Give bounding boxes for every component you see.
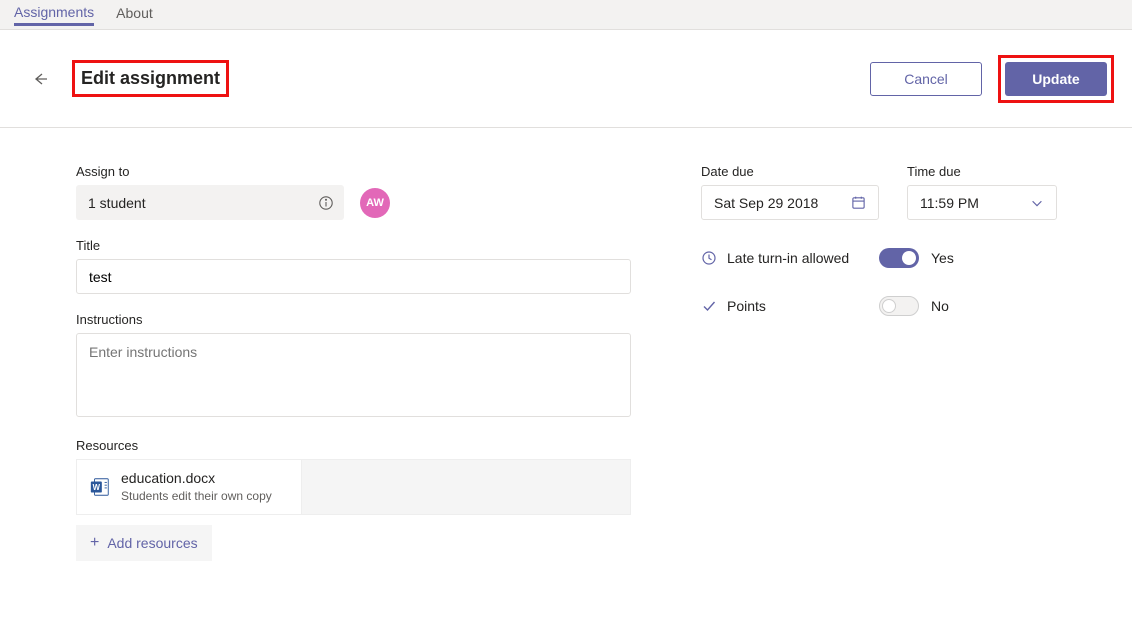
points-toggle[interactable] [879, 296, 919, 316]
late-turn-in-label: Late turn-in allowed [727, 250, 879, 266]
assign-to-value: 1 student [88, 195, 146, 211]
late-turn-in-toggle[interactable] [879, 248, 919, 268]
add-resources-label: Add resources [107, 535, 197, 551]
instructions-input[interactable] [76, 333, 631, 417]
time-due-field[interactable]: 11:59 PM [907, 185, 1057, 220]
tab-about[interactable]: About [116, 5, 153, 24]
word-doc-icon: W [89, 476, 111, 498]
points-row: Points No [701, 296, 1061, 316]
time-due-value: 11:59 PM [920, 195, 979, 211]
resources-label: Resources [76, 438, 631, 453]
late-turn-in-row: Late turn-in allowed Yes [701, 248, 1061, 268]
page-title: Edit assignment [72, 60, 229, 97]
time-due-label: Time due [907, 164, 1057, 179]
resource-subtitle: Students edit their own copy [121, 489, 272, 503]
cancel-button[interactable]: Cancel [870, 62, 982, 96]
student-avatar[interactable]: AW [360, 188, 390, 218]
late-turn-in-value-text: Yes [931, 250, 954, 266]
update-button[interactable]: Update [1005, 62, 1107, 96]
clock-icon [701, 250, 717, 266]
resource-item[interactable]: W education.docx Students edit their own… [76, 459, 302, 515]
assign-to-field[interactable]: 1 student [76, 185, 344, 220]
plus-icon: + [90, 534, 99, 552]
chevron-down-icon [1030, 196, 1044, 210]
add-resources-button[interactable]: + Add resources [76, 525, 212, 561]
title-input[interactable] [76, 259, 631, 294]
tab-assignments[interactable]: Assignments [14, 4, 94, 26]
resource-name: education.docx [121, 471, 272, 486]
svg-text:W: W [93, 483, 101, 492]
tab-bar: Assignments About [0, 0, 1132, 30]
assign-to-label: Assign to [76, 164, 631, 179]
date-due-label: Date due [701, 164, 879, 179]
back-arrow-icon[interactable] [32, 71, 54, 87]
instructions-label: Instructions [76, 312, 631, 327]
date-due-field[interactable]: Sat Sep 29 2018 [701, 185, 879, 220]
points-value-text: No [931, 298, 949, 314]
points-label: Points [727, 298, 879, 314]
update-highlight: Update [998, 55, 1114, 103]
calendar-icon [851, 195, 866, 210]
resource-row-remainder [302, 459, 631, 515]
info-icon[interactable] [318, 195, 334, 211]
date-due-value: Sat Sep 29 2018 [714, 195, 818, 211]
title-label: Title [76, 238, 631, 253]
page-header: Edit assignment Cancel Update [0, 30, 1132, 128]
checkmark-icon [701, 298, 717, 314]
